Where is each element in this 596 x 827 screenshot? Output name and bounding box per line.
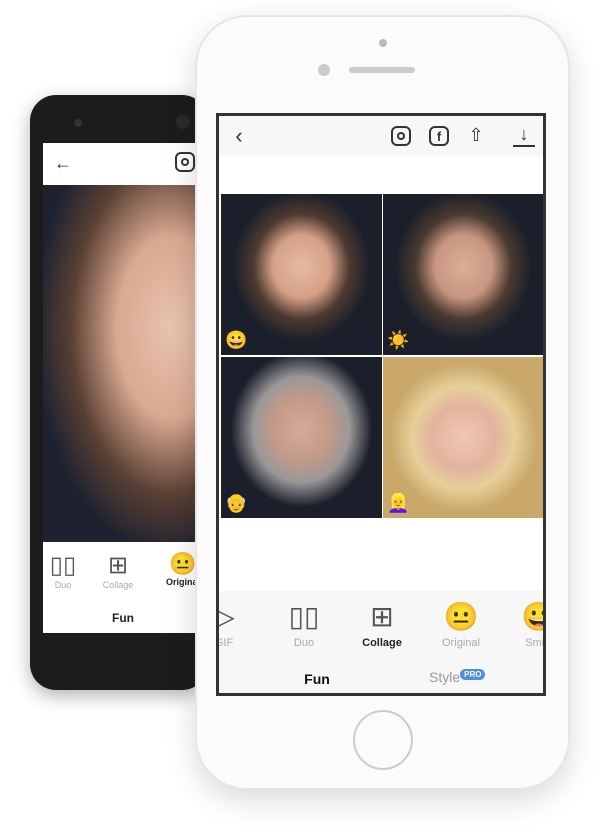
camera-dot [379,39,387,47]
back-icon[interactable]: ← [51,151,75,175]
collage-cell-old[interactable]: 👴 [221,357,382,518]
tool-duo[interactable]: ▯▯ Duo [43,551,93,590]
sun-emoji-icon: ☀️ [387,330,410,350]
collage-icon: ⊞ [107,552,129,579]
smile-icon: 😀 [504,599,543,633]
camera-dot [74,119,82,127]
instagram-icon[interactable] [175,152,195,172]
android-screen: ← ▯▯ Duo ⊞ Collage 😐 Original Fun [43,143,203,633]
facebook-icon[interactable]: f [429,126,449,146]
tab-style[interactable]: Style PRO [429,669,486,685]
speaker [349,67,415,73]
back-icon[interactable]: ‹ [227,123,251,148]
blonde-emoji-icon: 👱‍♀️ [387,493,410,513]
tool-duo[interactable]: ▯▯ Duo [269,599,339,650]
smile-emoji-icon: 😀 [225,330,248,350]
tool-collage[interactable]: ⊞ Collage [347,599,417,650]
gif-icon: ▷ [219,599,259,633]
download-icon[interactable]: ↓ [513,123,535,147]
header-bar: ‹ f ⇧ ↓ [219,116,543,156]
old-man-emoji-icon: 👴 [225,493,248,513]
front-camera [318,64,330,76]
collage-cell-smile[interactable]: 😀 [221,194,382,355]
tab-fun[interactable]: Fun [297,671,337,687]
collage-cell-beard[interactable]: ☀️ [383,194,543,355]
neutral-face-icon: 😐 [443,600,479,632]
instagram-icon[interactable] [391,126,411,146]
tool-collage[interactable]: ⊞ Collage [88,551,148,590]
collage-icon: ⊞ [370,600,394,632]
tab-style-label: Style [429,669,461,685]
share-icon[interactable]: ⇧ [465,123,487,147]
duo-icon: ▯▯ [288,600,320,632]
pro-badge: PRO [460,669,486,680]
front-camera [176,115,190,129]
home-button[interactable] [353,710,413,770]
iphone-screen: ‹ f ⇧ ↓ 😀 ☀️ 👴 👱‍♀️ ▷GIF ▯▯Duo ⊞Collage … [216,113,546,696]
filter-toolbar: ▷GIF ▯▯Duo ⊞Collage 😐Original 😀Smile Fun… [219,591,543,693]
duo-icon: ▯▯ [49,552,77,579]
tool-smile[interactable]: 😀Smile [504,599,543,650]
tool-gif[interactable]: ▷GIF [219,599,259,650]
face-photo [43,185,203,542]
tab-fun[interactable]: Fun [103,611,143,625]
tool-original[interactable]: 😐 Original [426,599,496,650]
collage-cell-female[interactable]: 👱‍♀️ [383,357,543,518]
collage-grid: 😀 ☀️ 👴 👱‍♀️ [221,194,543,518]
